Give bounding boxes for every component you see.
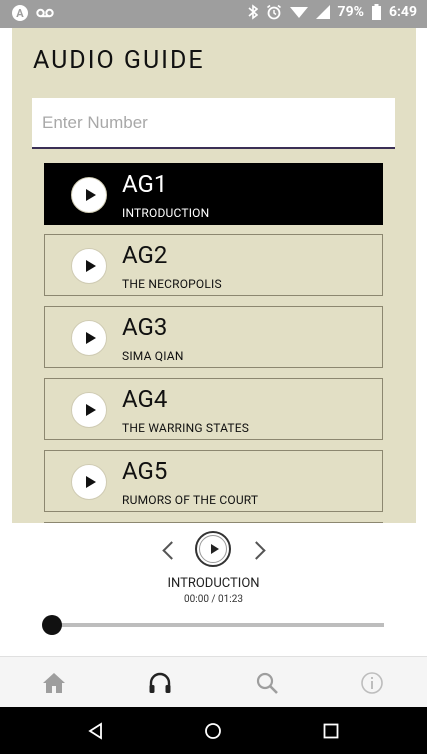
play-pause-button[interactable] [195,531,231,567]
guide-name: THE NECROPOLIS [122,277,222,291]
guide-item-ag5[interactable]: AG5 RUMORS OF THE COURT [44,450,383,512]
previous-icon[interactable] [160,542,176,558]
progress-slider[interactable] [42,615,384,635]
system-nav-bar [0,707,427,754]
guide-code: AG5 [122,457,168,485]
alarm-icon [266,4,281,20]
info-icon[interactable] [358,669,386,697]
home-nav-icon[interactable] [203,721,223,741]
guide-code: AG4 [122,385,168,413]
play-icon[interactable] [71,248,107,284]
guide-item-ag3[interactable]: AG3 SIMA QIAN [44,306,383,368]
wifi-icon [289,7,308,18]
audio-guide-panel: AUDIO GUIDE AG1 INTRODUCTION AG2 THE NEC… [12,28,416,523]
headphones-icon[interactable] [146,669,174,697]
guide-code: AG1 [122,170,168,198]
play-icon[interactable] [71,320,107,356]
play-icon[interactable] [71,392,107,428]
back-icon[interactable] [86,721,106,741]
clock: 6:49 [388,4,417,20]
audio-player: INTRODUCTION 00:00 / 01:23 [0,523,427,656]
guide-name: RUMORS OF THE COURT [122,493,259,507]
guide-code: AG2 [122,241,168,269]
play-icon[interactable] [71,177,107,213]
guide-item-ag4[interactable]: AG4 THE WARRING STATES [44,378,383,440]
app-notification-icon: A [12,5,28,21]
number-field [32,98,395,149]
recents-icon[interactable] [321,721,341,741]
status-bar: A 79% 6:49 [0,0,427,28]
guide-item-ag1[interactable]: AG1 INTRODUCTION [44,163,383,225]
page-title: AUDIO GUIDE [33,46,205,75]
search-icon[interactable] [253,669,281,697]
battery-icon [371,4,381,20]
battery-percent: 79% [337,4,364,20]
number-input[interactable] [32,98,395,147]
bottom-tab-bar [0,656,427,708]
playback-time: 00:00 / 01:23 [184,594,243,605]
now-playing-title: INTRODUCTION [167,576,260,591]
guide-code: AG3 [122,313,168,341]
home-icon[interactable] [40,669,68,697]
play-icon[interactable] [71,464,107,500]
bluetooth-icon [248,4,258,20]
guide-name: SIMA QIAN [122,349,184,363]
signal-icon [315,5,330,19]
next-icon[interactable] [250,542,266,558]
guide-name: THE WARRING STATES [122,421,250,435]
guide-item-ag2[interactable]: AG2 THE NECROPOLIS [44,234,383,296]
voicemail-icon [36,8,54,18]
progress-knob[interactable] [42,615,62,635]
guide-name: INTRODUCTION [122,206,210,220]
